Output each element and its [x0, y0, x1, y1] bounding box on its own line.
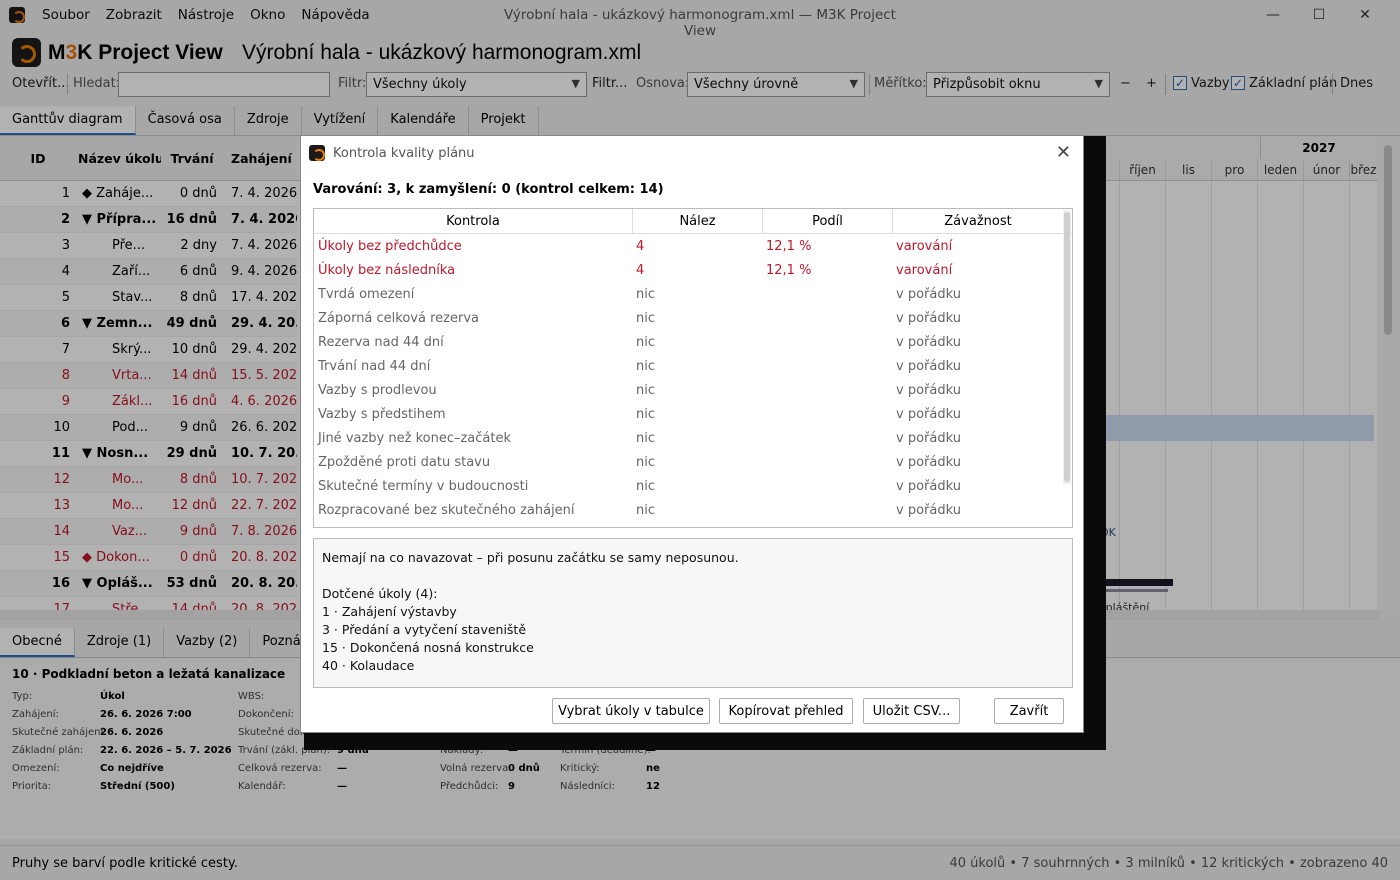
affected-task-item: 3 · Předání a vytyčení staveniště — [322, 622, 527, 637]
quality-check-row[interactable]: Rozpracované bez skutečného zahájení nic v… — [314, 498, 1072, 522]
quality-check-row[interactable]: Vazby s předstihem nic v pořádku — [314, 402, 1072, 426]
check-finding: nic — [636, 358, 655, 374]
check-severity: varování — [896, 238, 953, 254]
check-severity: v pořádku — [896, 382, 961, 398]
scrollbar-thumb[interactable] — [1064, 212, 1070, 482]
quality-check-table: Kontrola Nález Podíl Závažnost Úkoly bez… — [313, 208, 1073, 528]
check-finding: nic — [636, 478, 655, 494]
check-severity: v pořádku — [896, 286, 961, 302]
select-tasks-button[interactable]: Vybrat úkoly v tabulce — [552, 698, 710, 724]
check-finding: nic — [636, 430, 655, 446]
check-name: Úkoly bez předchůdce — [318, 238, 462, 254]
check-severity: v pořádku — [896, 430, 961, 446]
check-name: Skutečné termíny v budoucnosti — [318, 478, 529, 494]
close-icon[interactable]: ✕ — [1056, 142, 1071, 163]
check-finding: nic — [636, 406, 655, 422]
check-name: Rezerva nad 44 dní — [318, 334, 444, 350]
quality-check-row[interactable]: Záporná celková rezerva nic v pořádku — [314, 306, 1072, 330]
check-severity: varování — [896, 262, 953, 278]
check-finding: nic — [636, 310, 655, 326]
quality-check-row[interactable]: Rezerva nad 44 dní nic v pořádku — [314, 330, 1072, 354]
dialog-title: Kontrola kvality plánu — [333, 145, 475, 161]
check-name: Tvrdá omezení — [318, 286, 415, 302]
quality-check-row[interactable]: Jiné vazby než konec–začátek nic v pořádku — [314, 426, 1072, 450]
check-severity: v pořádku — [896, 454, 961, 470]
check-name: Záporná celková rezerva — [318, 310, 479, 326]
check-finding: nic — [636, 286, 655, 302]
check-severity: v pořádku — [896, 334, 961, 350]
column-share[interactable]: Podíl — [763, 209, 893, 233]
dialog-summary: Varování: 3, k zamyšlení: 0 (kontrol cel… — [313, 182, 664, 197]
check-name: Zpožděné proti datu stavu — [318, 454, 491, 470]
check-finding: nic — [636, 334, 655, 350]
quality-check-table-body: Úkoly bez předchůdce 4 12,1 % varování Úkoly… — [314, 234, 1072, 522]
check-name: Vazby s předstihem — [318, 406, 446, 422]
check-severity: v pořádku — [896, 358, 961, 374]
check-description-panel: Nemají na co navazovat – při posunu začá… — [313, 538, 1073, 688]
check-name: Trvání nad 44 dní — [318, 358, 431, 374]
check-name: Jiné vazby než konec–začátek — [318, 430, 512, 446]
affected-task-item: 1 · Zahájení výstavby — [322, 604, 457, 619]
column-finding[interactable]: Nález — [633, 209, 763, 233]
quality-check-dialog: Kontrola kvality plánu ✕ Varování: 3, k … — [300, 135, 1084, 733]
copy-summary-button[interactable]: Kopírovat přehled — [719, 698, 853, 724]
check-finding: 4 — [636, 262, 645, 278]
quality-check-table-header: Kontrola Nález Podíl Závažnost — [314, 209, 1072, 234]
quality-check-row[interactable]: Trvání nad 44 dní nic v pořádku — [314, 354, 1072, 378]
column-severity[interactable]: Závažnost — [893, 209, 1063, 233]
dialog-title-bar: Kontrola kvality plánu ✕ — [301, 136, 1083, 170]
quality-check-row[interactable]: Tvrdá omezení nic v pořádku — [314, 282, 1072, 306]
check-share: 12,1 % — [766, 262, 812, 278]
check-name: Úkoly bez následníka — [318, 262, 456, 278]
check-severity: v pořádku — [896, 478, 961, 494]
affected-tasks-list: 1 · Zahájení výstavby 3 · Předání a vytyč… — [322, 603, 1064, 675]
check-severity: v pořádku — [896, 502, 961, 518]
app-logo-icon — [309, 145, 325, 161]
check-share: 12,1 % — [766, 238, 812, 254]
affected-tasks-title: Dotčené úkoly (4): — [322, 586, 438, 601]
table-scrollbar[interactable] — [1063, 210, 1071, 484]
affected-task-item: 40 · Kolaudace — [322, 658, 415, 673]
check-finding: nic — [636, 454, 655, 470]
quality-check-row[interactable]: Úkoly bez předchůdce 4 12,1 % varování — [314, 234, 1072, 258]
check-name: Vazby s prodlevou — [318, 382, 437, 398]
check-finding: 4 — [636, 238, 645, 254]
quality-check-row[interactable]: Vazby s prodlevou nic v pořádku — [314, 378, 1072, 402]
quality-check-row[interactable]: Skutečné termíny v budoucnosti nic v pořád… — [314, 474, 1072, 498]
check-severity: v pořádku — [896, 310, 961, 326]
quality-check-row[interactable]: Úkoly bez následníka 4 12,1 % varování — [314, 258, 1072, 282]
check-description: Nemají na co navazovat – při posunu začá… — [322, 550, 739, 565]
close-dialog-button[interactable]: Zavřít — [994, 698, 1064, 724]
save-csv-button[interactable]: Uložit CSV... — [863, 698, 960, 724]
check-severity: v pořádku — [896, 406, 961, 422]
column-check[interactable]: Kontrola — [314, 209, 633, 233]
application-window: Soubor Zobrazit Nástroje Okno Nápověda V… — [0, 0, 1400, 880]
check-finding: nic — [636, 502, 655, 518]
quality-check-row[interactable]: Zpožděné proti datu stavu nic v pořádku — [314, 450, 1072, 474]
affected-task-item: 15 · Dokončená nosná konstrukce — [322, 640, 534, 655]
check-finding: nic — [636, 382, 655, 398]
check-name: Rozpracované bez skutečného zahájení — [318, 502, 575, 518]
